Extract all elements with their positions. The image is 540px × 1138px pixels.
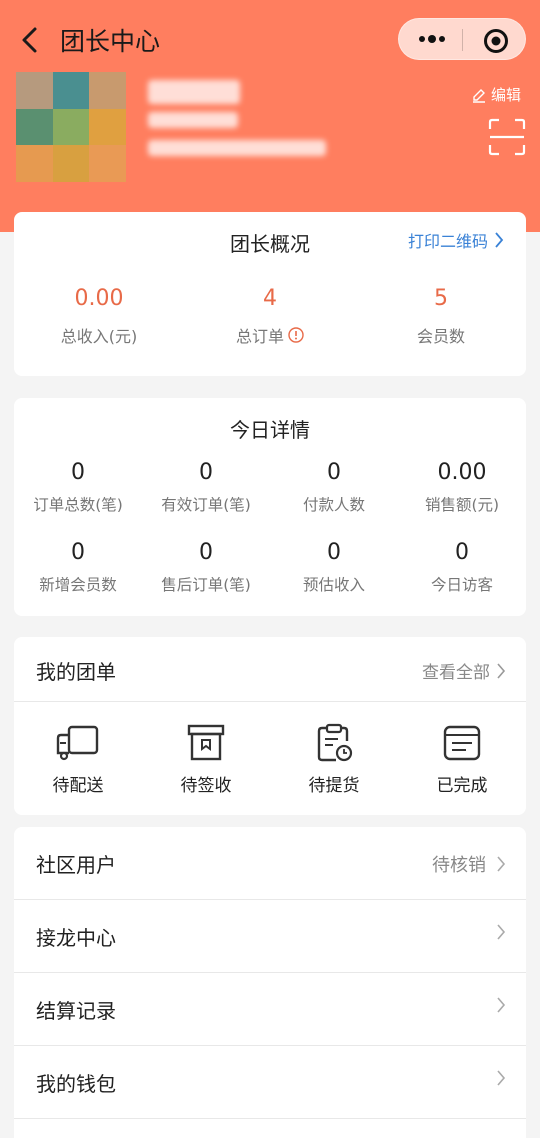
page-title: 团长中心 bbox=[60, 27, 161, 56]
view-all-label: 查看全部 bbox=[422, 663, 490, 683]
total-income-value: 0.00 bbox=[74, 286, 124, 311]
print-qrcode-label: 打印二维码 bbox=[407, 232, 488, 251]
stat-label: 预估收入 bbox=[302, 576, 365, 594]
pending-pickup-button[interactable]: 待提货 bbox=[270, 723, 398, 796]
stat-value: 0 bbox=[71, 540, 85, 565]
box-icon bbox=[187, 724, 225, 761]
more-dots-icon[interactable] bbox=[417, 29, 447, 49]
pending-signing-label: 待签收 bbox=[180, 776, 232, 796]
miniprogram-capsule bbox=[398, 18, 526, 60]
total-income-stat[interactable]: 0.00 总收入(元) bbox=[14, 286, 184, 347]
view-all-link[interactable]: 查看全部 bbox=[422, 658, 506, 683]
completed-label: 已完成 bbox=[436, 776, 488, 796]
blurred-phone bbox=[148, 112, 238, 128]
pencil-icon bbox=[473, 88, 485, 103]
menu-item-my-wallet[interactable]: 我的钱包 bbox=[14, 1046, 526, 1119]
pending-delivery-label: 待配送 bbox=[52, 776, 104, 796]
stat-label: 有效订单(笔) bbox=[161, 496, 251, 514]
members-stat[interactable]: 5 会员数 bbox=[356, 286, 526, 347]
today-stat-sales: 0.00 销售额(元) bbox=[398, 460, 526, 515]
menu-item-label: 我的钱包 bbox=[36, 1072, 116, 1096]
blurred-address bbox=[148, 140, 326, 156]
menu-item-settlement-records[interactable]: 结算记录 bbox=[14, 973, 526, 1046]
stat-label: 售后订单(笔) bbox=[161, 576, 251, 594]
members-value: 5 bbox=[434, 286, 448, 311]
total-orders-stat[interactable]: 4 总订单 bbox=[185, 286, 355, 347]
menu-item-label: 结算记录 bbox=[36, 999, 116, 1023]
chevron-right-icon bbox=[497, 662, 506, 679]
completed-button[interactable]: 已完成 bbox=[398, 723, 526, 796]
menu-item-community-users[interactable]: 社区用户 待核销 bbox=[14, 827, 526, 900]
edit-label: 编辑 bbox=[491, 86, 522, 104]
stat-value: 0 bbox=[455, 540, 469, 565]
card-icon bbox=[443, 725, 481, 761]
menu-item-status: 待核销 bbox=[432, 855, 486, 876]
members-label: 会员数 bbox=[416, 327, 465, 346]
today-stat-valid-orders: 0 有效订单(笔) bbox=[142, 460, 270, 515]
total-orders-label: 总订单 bbox=[235, 327, 284, 346]
stat-value: 0 bbox=[327, 540, 341, 565]
stat-value: 0 bbox=[71, 460, 85, 485]
chevron-right-icon bbox=[495, 232, 504, 248]
capsule-divider bbox=[462, 29, 463, 51]
truck-icon bbox=[56, 725, 99, 761]
today-stat-orders-total: 0 订单总数(笔) bbox=[14, 460, 142, 515]
pending-delivery-button[interactable]: 待配送 bbox=[14, 723, 142, 796]
total-income-label: 总收入(元) bbox=[60, 327, 138, 346]
pending-pickup-label: 待提货 bbox=[308, 776, 360, 796]
stat-label: 销售额(元) bbox=[424, 496, 500, 514]
stat-value: 0 bbox=[199, 460, 213, 485]
pending-signing-button[interactable]: 待签收 bbox=[142, 723, 270, 796]
today-stat-payers: 0 付款人数 bbox=[270, 460, 398, 515]
avatar[interactable] bbox=[16, 72, 126, 182]
chevron-right-icon bbox=[497, 997, 506, 1013]
my-group-orders-card: 我的团单 查看全部 待配送 待签收 待提货 已完成 bbox=[14, 637, 526, 815]
blurred-username bbox=[148, 80, 240, 104]
edit-profile-link[interactable]: 编辑 bbox=[471, 84, 521, 105]
stat-value: 0 bbox=[199, 540, 213, 565]
chevron-right-icon bbox=[497, 924, 506, 940]
total-orders-value: 4 bbox=[263, 286, 277, 311]
menu-item-label: 社区用户 bbox=[36, 853, 116, 877]
my-group-orders-title: 我的团单 bbox=[36, 660, 116, 684]
stat-label: 新增会员数 bbox=[39, 576, 117, 594]
today-title: 今日详情 bbox=[230, 418, 310, 442]
chevron-right-icon bbox=[497, 1070, 506, 1086]
today-stat-visitors: 0 今日访客 bbox=[398, 540, 526, 595]
menu-list: 社区用户 待核销 接龙中心 结算记录 我的钱包 bbox=[14, 827, 526, 1138]
print-qrcode-link[interactable]: 打印二维码 bbox=[408, 228, 504, 252]
menu-item-label: 接龙中心 bbox=[36, 926, 116, 950]
header-banner: 团长中心 编辑 bbox=[0, 0, 540, 232]
stat-value: 0 bbox=[327, 460, 341, 485]
stat-value: 0.00 bbox=[437, 460, 487, 485]
stat-label: 付款人数 bbox=[302, 496, 365, 514]
scan-icon[interactable] bbox=[488, 118, 526, 156]
info-alert-icon[interactable] bbox=[288, 327, 304, 343]
today-stat-new-members: 0 新增会员数 bbox=[14, 540, 142, 595]
overview-card: 团长概况 打印二维码 0.00 总收入(元) 4 总订单 5 会员数 bbox=[14, 212, 526, 376]
back-arrow-icon[interactable] bbox=[18, 26, 42, 54]
stat-label: 订单总数(笔) bbox=[33, 496, 123, 514]
my-group-orders-header[interactable]: 我的团单 查看全部 bbox=[14, 637, 526, 702]
chevron-right-icon bbox=[497, 856, 506, 872]
close-target-icon[interactable] bbox=[483, 28, 509, 54]
today-stat-estimated-income: 0 预估收入 bbox=[270, 540, 398, 595]
clipboard-clock-icon bbox=[317, 723, 353, 762]
today-stat-aftersale-orders: 0 售后订单(笔) bbox=[142, 540, 270, 595]
menu-item-relay-center[interactable]: 接龙中心 bbox=[14, 900, 526, 973]
stat-label: 今日访客 bbox=[430, 576, 493, 594]
today-details-card: 今日详情 0 订单总数(笔) 0 有效订单(笔) 0 付款人数 0.00 销售额… bbox=[14, 398, 526, 616]
